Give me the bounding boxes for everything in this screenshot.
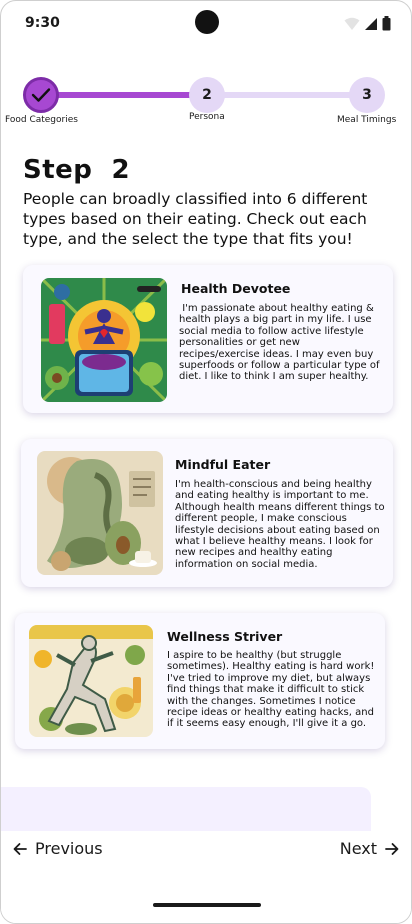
mindful-eater-illustration bbox=[37, 451, 163, 575]
step-3-label: Meal Timings bbox=[337, 115, 397, 125]
signal-icon bbox=[365, 17, 377, 30]
persona-title: Mindful Eater bbox=[175, 457, 271, 472]
previous-label: Previous bbox=[35, 839, 103, 858]
step-2-circle[interactable]: 2 bbox=[189, 77, 225, 113]
arrow-left-icon bbox=[13, 842, 27, 855]
step-3-circle[interactable]: 3 bbox=[349, 77, 385, 113]
persona-card-mindful-eater[interactable]: Mindful Eater I'm health-conscious and b… bbox=[21, 439, 393, 587]
persona-description: I aspire to be healthy (but struggle som… bbox=[167, 650, 375, 730]
persona-title: Health Devotee bbox=[181, 281, 291, 296]
wifi-icon bbox=[344, 17, 360, 30]
persona-card-health-devotee[interactable]: Health Devotee I'm passionate about heal… bbox=[23, 265, 393, 413]
step-1-circle[interactable] bbox=[23, 77, 59, 113]
page-description: People can broadly classified into 6 dif… bbox=[23, 190, 368, 248]
stepper-track-remaining bbox=[207, 92, 367, 98]
persona-description: I'm health-conscious and being healthy a… bbox=[175, 479, 385, 570]
page-title: Step 2 bbox=[23, 155, 131, 185]
checkmark-icon bbox=[31, 88, 51, 102]
previous-button[interactable]: Previous bbox=[13, 839, 103, 858]
persona-title: Wellness Striver bbox=[167, 629, 283, 644]
persona-description: I'm passionate about healthy eating & he… bbox=[179, 303, 383, 383]
step-2-label: Persona bbox=[189, 112, 225, 122]
arrow-right-icon bbox=[385, 842, 399, 855]
step-1-label: Food Categories bbox=[5, 115, 78, 125]
step-3-number: 3 bbox=[362, 87, 372, 103]
battery-icon bbox=[382, 16, 391, 31]
next-button[interactable]: Next bbox=[340, 839, 399, 858]
progress-stepper: 2 3 Food Categories Persona Meal Timings bbox=[1, 73, 411, 133]
bottom-navigation: Previous Next bbox=[1, 831, 411, 923]
step-2-number: 2 bbox=[202, 87, 212, 103]
camera-cutout bbox=[195, 10, 219, 34]
home-indicator[interactable] bbox=[153, 903, 261, 907]
persona-card-wellness-striver[interactable]: Wellness Striver I aspire to be healthy … bbox=[15, 613, 385, 749]
stepper-track-completed bbox=[41, 92, 207, 98]
phone-screen: 9:30 2 3 Food Categories Persona Meal Ti… bbox=[0, 0, 412, 924]
status-icons bbox=[344, 16, 391, 31]
status-bar: 9:30 bbox=[1, 1, 411, 47]
wellness-striver-illustration bbox=[29, 625, 153, 737]
next-label: Next bbox=[339, 839, 377, 858]
health-devotee-illustration bbox=[41, 278, 167, 402]
status-time: 9:30 bbox=[25, 15, 60, 31]
